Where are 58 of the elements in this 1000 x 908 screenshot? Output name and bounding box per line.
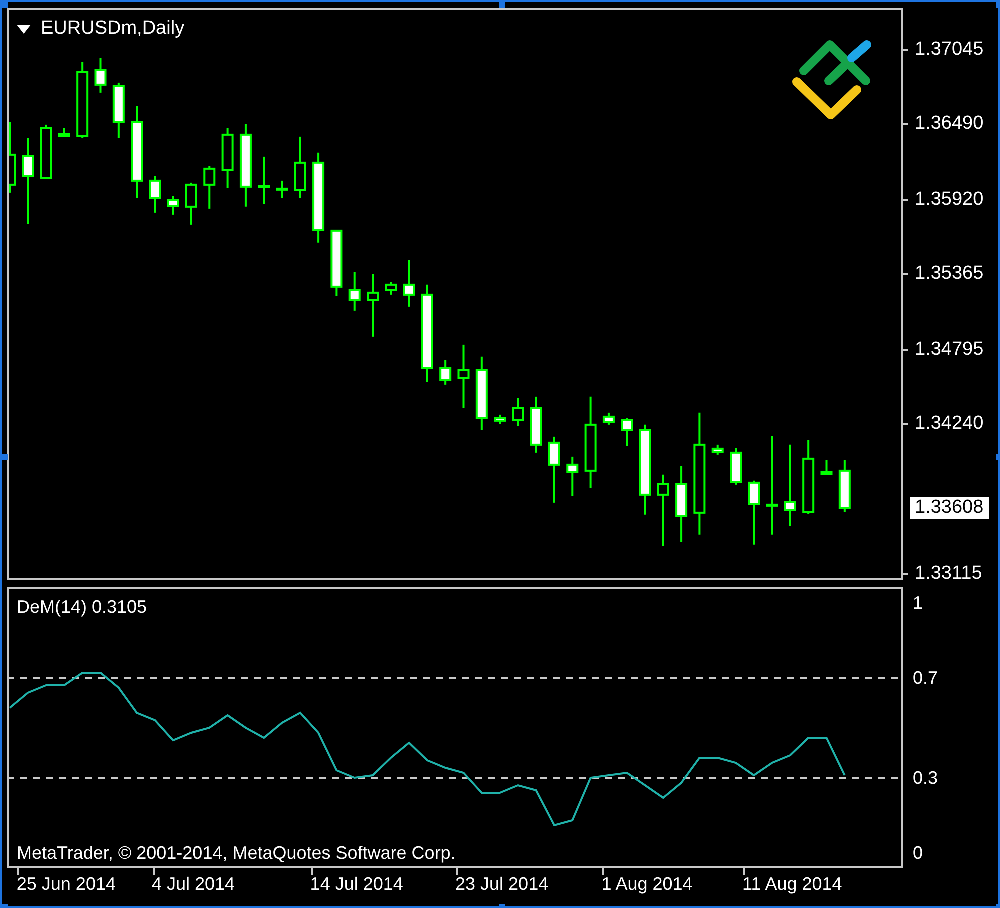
candle bbox=[348, 272, 361, 311]
candle bbox=[186, 182, 198, 225]
candle bbox=[385, 282, 398, 295]
date-label: 23 Jul 2014 bbox=[456, 874, 549, 894]
selection-handle[interactable] bbox=[499, 2, 505, 8]
candle bbox=[548, 436, 560, 503]
copyright-text: MetaTrader, © 2001-2014, MetaQuotes Software Corp. bbox=[17, 843, 456, 864]
candle bbox=[530, 396, 542, 453]
dropdown-triangle-icon[interactable] bbox=[17, 24, 31, 34]
candle bbox=[838, 460, 851, 512]
indicator-scale-label: 0 bbox=[913, 842, 924, 864]
candle bbox=[9, 122, 16, 193]
candle bbox=[94, 58, 107, 93]
candle bbox=[222, 128, 234, 188]
indicator-scale-label: 0.7 bbox=[913, 667, 938, 689]
date-label: 4 Jul 2014 bbox=[152, 874, 236, 894]
selection-handle[interactable] bbox=[2, 454, 8, 460]
candle bbox=[149, 176, 162, 213]
price-label: 1.37045 bbox=[915, 39, 984, 61]
indicator-scale-label: 1 bbox=[913, 592, 924, 614]
candle bbox=[512, 398, 524, 426]
price-label: 1.34795 bbox=[915, 339, 984, 361]
candle bbox=[440, 360, 452, 385]
candle bbox=[276, 180, 288, 198]
date-label: 14 Jul 2014 bbox=[310, 874, 404, 894]
logo-icon bbox=[792, 40, 872, 120]
candle bbox=[602, 412, 615, 425]
candle bbox=[112, 82, 125, 138]
price-label: 1.35920 bbox=[915, 189, 984, 211]
candle bbox=[167, 196, 180, 215]
candle bbox=[712, 444, 724, 455]
candle bbox=[367, 274, 379, 337]
price-label: 1.34240 bbox=[915, 413, 984, 435]
candle bbox=[58, 128, 70, 137]
candle bbox=[40, 124, 52, 179]
candle bbox=[566, 456, 579, 496]
candle bbox=[657, 474, 670, 546]
candle bbox=[458, 344, 470, 408]
indicator-title: DeM(14) 0.3105 bbox=[17, 597, 148, 618]
candle bbox=[621, 418, 634, 446]
candle bbox=[258, 156, 270, 204]
date-label: 11 Aug 2014 bbox=[742, 874, 842, 894]
price-label: 1.35365 bbox=[915, 263, 984, 285]
candle bbox=[294, 136, 306, 198]
price-label: 1.36490 bbox=[915, 113, 984, 135]
price-label: 1.33115 bbox=[915, 563, 982, 585]
candle bbox=[730, 448, 742, 485]
candle bbox=[820, 460, 833, 475]
date-label: 1 Aug 2014 bbox=[602, 874, 693, 894]
current-price-label: 1.33608 bbox=[910, 497, 989, 520]
indicator-scale-label: 0.3 bbox=[913, 767, 938, 789]
candle bbox=[494, 414, 506, 424]
candle bbox=[330, 230, 343, 296]
date-label: 25 Jun 2014 bbox=[16, 874, 116, 894]
candle bbox=[748, 480, 760, 545]
symbol-title: EURUSDm,Daily bbox=[41, 18, 185, 40]
candle bbox=[204, 166, 216, 209]
candle bbox=[403, 260, 416, 307]
